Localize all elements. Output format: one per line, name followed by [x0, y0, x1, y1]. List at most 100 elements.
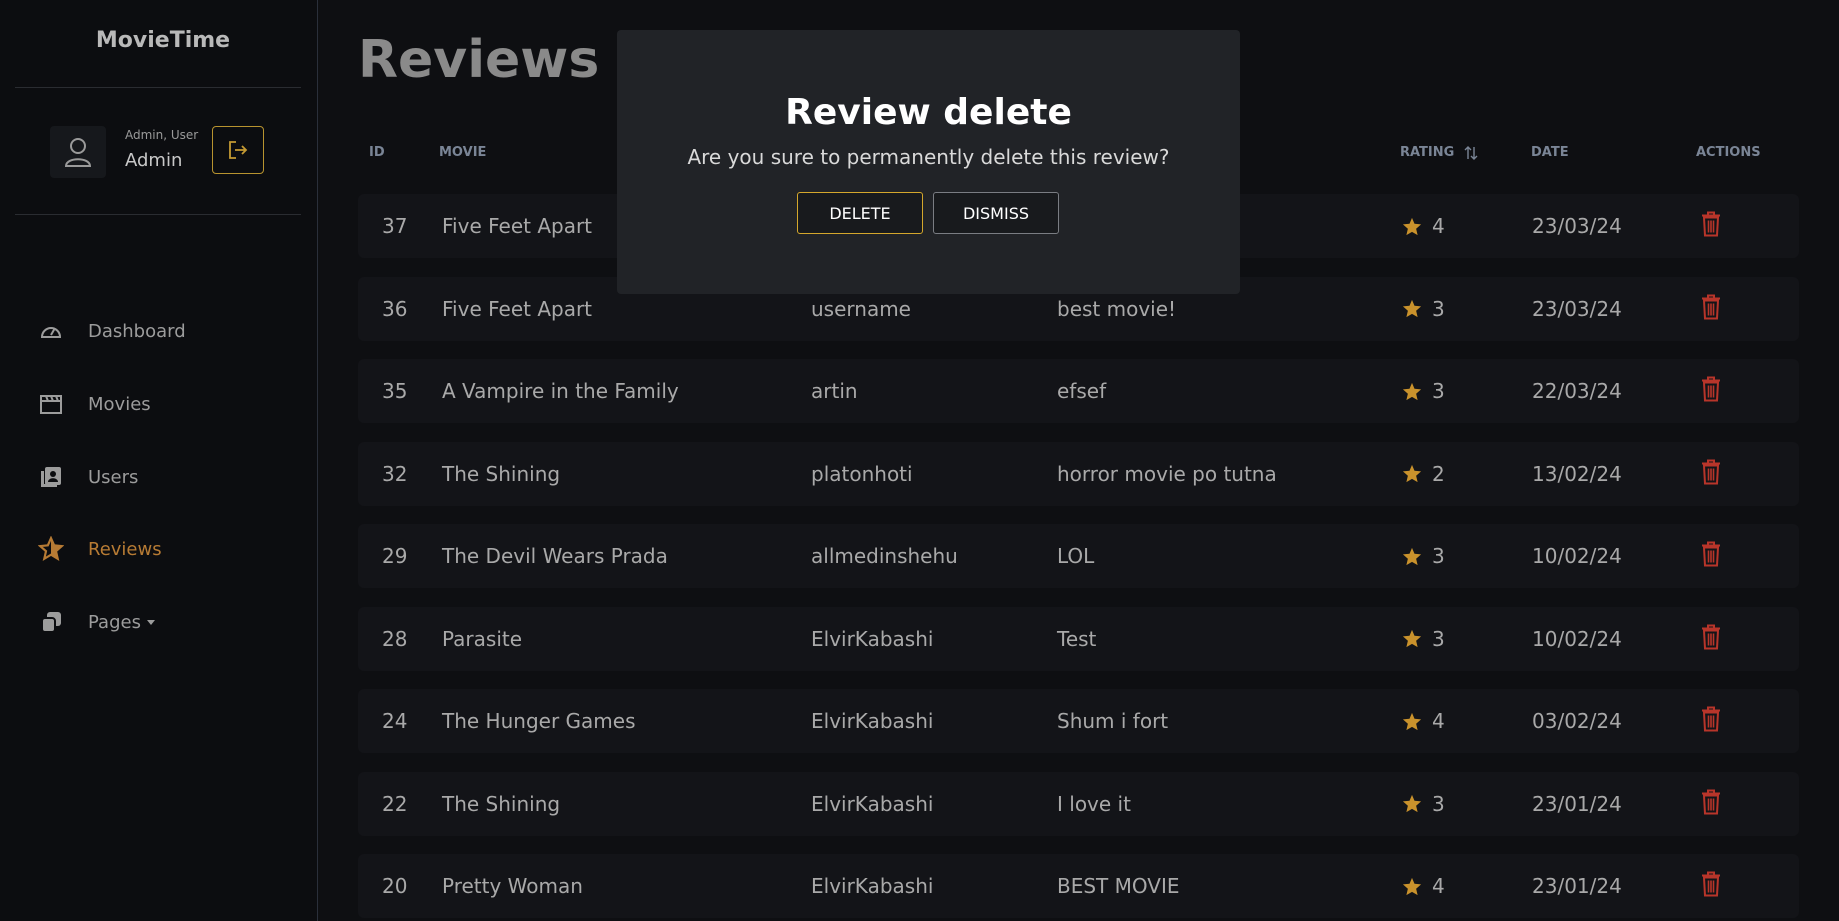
- star-icon: [1402, 794, 1422, 813]
- movie-title: Parasite: [442, 626, 523, 651]
- rating-value: 3: [1432, 544, 1445, 568]
- sidebar-item-dashboard[interactable]: Dashboard: [38, 318, 186, 344]
- review-rating: 3: [1402, 627, 1445, 651]
- delete-review-button[interactable]: [1700, 292, 1722, 325]
- modal-message: Are you sure to permanently delete this …: [687, 145, 1170, 169]
- trash-icon[interactable]: [1700, 457, 1722, 485]
- delete-review-button[interactable]: [1700, 457, 1722, 490]
- review-id: 36: [382, 296, 408, 321]
- rating-value: 3: [1432, 296, 1445, 321]
- review-text: efsef: [1057, 379, 1107, 403]
- logout-button[interactable]: [212, 126, 264, 174]
- column-header-rating[interactable]: RATING: [1400, 145, 1478, 160]
- delete-review-button[interactable]: [1700, 705, 1722, 738]
- review-id: 35: [382, 379, 408, 403]
- review-rating: 4: [1402, 709, 1445, 733]
- review-id: 29: [382, 544, 408, 568]
- review-date: 10/02/24: [1532, 544, 1622, 568]
- sidebar-divider: [15, 87, 301, 88]
- sidebar-item-pages[interactable]: Pages: [38, 609, 155, 635]
- rating-value: 4: [1432, 214, 1445, 238]
- user-icon: [64, 138, 92, 167]
- review-text: horror movie po tutna: [1057, 461, 1277, 486]
- review-date: 03/02/24: [1532, 709, 1622, 733]
- table-row: 20 Pretty Woman ElvirKabashi BEST MOVIE 4 23/…: [358, 854, 1799, 918]
- review-rating: 4: [1402, 214, 1445, 238]
- review-rating: 2: [1402, 462, 1445, 486]
- rating-value: 4: [1432, 874, 1445, 898]
- trash-icon[interactable]: [1700, 210, 1722, 238]
- sort-icon[interactable]: [1464, 145, 1478, 160]
- review-date: 22/03/24: [1532, 379, 1622, 403]
- movie-title: The Shining: [442, 461, 561, 486]
- column-header-date: DATE: [1531, 145, 1569, 160]
- table-row: 29 The Devil Wears Prada allmedinshehu LOL 3…: [358, 524, 1799, 588]
- sidebar-divider: [15, 214, 301, 215]
- sidebar-item-reviews[interactable]: Reviews: [38, 536, 162, 562]
- review-user: ElvirKabashi: [811, 709, 934, 733]
- delete-review-button[interactable]: [1700, 870, 1722, 903]
- trash-icon[interactable]: [1700, 622, 1722, 650]
- trash-icon[interactable]: [1700, 787, 1722, 815]
- trash-icon[interactable]: [1700, 375, 1722, 403]
- column-header-actions: ACTIONS: [1696, 145, 1761, 160]
- sidebar-item-users[interactable]: Users: [38, 464, 138, 490]
- star-icon: [38, 536, 64, 562]
- review-rating: 3: [1402, 792, 1445, 816]
- sidebar-item-movies[interactable]: Movies: [38, 391, 151, 417]
- review-id: 32: [382, 461, 408, 486]
- review-rating: 3: [1402, 379, 1445, 403]
- delete-review-button[interactable]: [1700, 787, 1722, 820]
- table-row: 24 The Hunger Games ElvirKabashi Shum i for…: [358, 689, 1799, 753]
- column-header-id: ID: [369, 145, 385, 160]
- rating-value: 3: [1432, 626, 1445, 651]
- delete-review-button[interactable]: [1700, 622, 1722, 655]
- rating-value: 4: [1432, 709, 1445, 733]
- movie-title: Five Feet Apart: [442, 214, 593, 238]
- delete-review-button[interactable]: [1700, 375, 1722, 408]
- review-user: allmedinshehu: [811, 544, 958, 568]
- brand-logo[interactable]: MovieTime: [0, 28, 326, 53]
- rating-value: 2: [1432, 461, 1445, 486]
- review-text: Test: [1057, 626, 1097, 651]
- users-book-icon: [38, 464, 64, 490]
- copy-icon: [38, 609, 64, 635]
- movie-title: Five Feet Apart: [442, 296, 593, 321]
- review-date: 10/02/24: [1532, 626, 1622, 651]
- sidebar-item-label: Pages: [88, 611, 141, 633]
- review-text: I love it: [1057, 791, 1131, 816]
- trash-icon[interactable]: [1700, 540, 1722, 568]
- star-icon: [1402, 464, 1422, 483]
- review-id: 37: [382, 214, 408, 238]
- table-row: 35 A Vampire in the Family artin efsef 3 22/0…: [358, 359, 1799, 423]
- star-icon: [1402, 217, 1422, 235]
- delete-button[interactable]: DELETE: [797, 192, 923, 234]
- delete-review-button[interactable]: [1700, 540, 1722, 573]
- clapperboard-icon: [38, 391, 64, 417]
- review-id: 24: [382, 709, 408, 733]
- table-row: 32 The Shining platonhoti horror movie po t…: [358, 441, 1799, 506]
- movie-title: Pretty Woman: [442, 874, 583, 898]
- sidebar-item-label: Users: [88, 466, 139, 488]
- modal-title: Review delete: [785, 92, 1072, 133]
- trash-icon[interactable]: [1700, 870, 1722, 898]
- dismiss-button[interactable]: DISMISS: [933, 192, 1059, 234]
- review-rating: 4: [1402, 874, 1445, 898]
- star-icon: [1402, 712, 1422, 730]
- trash-icon[interactable]: [1700, 292, 1722, 320]
- star-icon: [1402, 299, 1422, 318]
- review-rating: 3: [1402, 297, 1445, 321]
- review-date: 23/03/24: [1532, 296, 1622, 321]
- review-text: LOL: [1057, 544, 1095, 568]
- rating-value: 3: [1432, 791, 1445, 816]
- delete-review-modal: Review delete Are you sure to permanentl…: [617, 30, 1240, 294]
- review-user: ElvirKabashi: [811, 874, 934, 898]
- review-date: 13/02/24: [1532, 461, 1622, 486]
- table-row: 22 The Shining ElvirKabashi I love it 3 23/01…: [358, 771, 1799, 836]
- star-icon: [1402, 547, 1422, 565]
- trash-icon[interactable]: [1700, 705, 1722, 733]
- delete-review-button[interactable]: [1700, 210, 1722, 243]
- review-user: ElvirKabashi: [811, 791, 934, 816]
- review-user: platonhoti: [811, 461, 913, 486]
- sidebar-item-label: Dashboard: [88, 320, 186, 342]
